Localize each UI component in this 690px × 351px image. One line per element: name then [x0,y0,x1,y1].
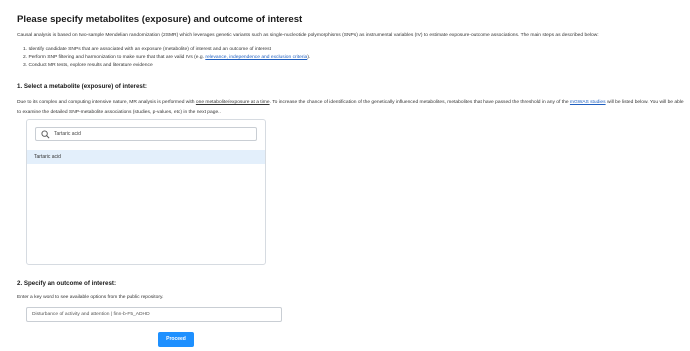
step-1-text: 1. Identify candidate SNPs that are asso… [23,47,271,52]
desc-underline: one metabolite/exposure at a time [195,100,270,105]
outcome-value: Disturbance of activity and attention | … [32,312,150,317]
search-value: Tartaric acid [54,131,81,137]
mgwas-studies-link[interactable]: mGWAS studies [570,100,606,105]
section2-heading: 2. Specify an outcome of interest: [17,280,117,287]
metabolite-option[interactable]: Tartaric acid [27,150,265,164]
metabolite-select-box: Tartaric acid Tartaric acid [26,119,266,265]
step-2-text-post: ). [307,55,311,60]
proceed-button[interactable]: Proceed [158,332,194,347]
desc-pre: Due to its complex and computing intensi… [17,100,196,105]
steps-list: 1. Identify candidate SNPs that are asso… [23,46,310,70]
section1-heading: 1. Select a metabolite (exposure) of int… [17,83,147,90]
outcome-input[interactable]: Disturbance of activity and attention | … [26,307,282,322]
step-2-text-pre: 2. Perform SNP filtering and harmonizati… [23,55,206,60]
section1-description: Due to its complex and computing intensi… [17,98,687,119]
desc-mid: . To increase the chance of identificati… [269,100,570,105]
search-icon [41,130,50,139]
step-item: 2. Perform SNP filtering and harmonizati… [23,54,310,62]
intro-text: Causal analysis is based on two-sample M… [17,33,599,38]
step-item: 3. Conduct MR tests, explore results and… [23,62,310,70]
section2-description: Enter a key word to see available option… [17,295,164,300]
step-item: 1. Identify candidate SNPs that are asso… [23,46,310,54]
step-3-text: 3. Conduct MR tests, explore results and… [23,63,153,68]
page-title: Please specify metabolites (exposure) an… [17,14,303,25]
criteria-link[interactable]: relevance, independence and exclusion cr… [205,55,307,60]
metabolite-search-input[interactable]: Tartaric acid [35,127,257,141]
